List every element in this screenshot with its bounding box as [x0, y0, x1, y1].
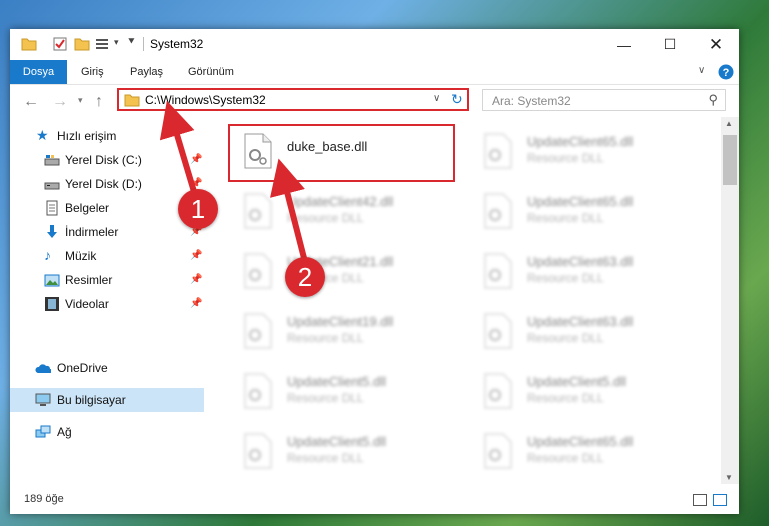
- annotation-arrows: [159, 100, 308, 263]
- step-2-badge: 2: [285, 257, 325, 297]
- step-1-badge: 1: [178, 189, 218, 229]
- arrow-1: [159, 100, 198, 196]
- arrow-2: [270, 158, 308, 263]
